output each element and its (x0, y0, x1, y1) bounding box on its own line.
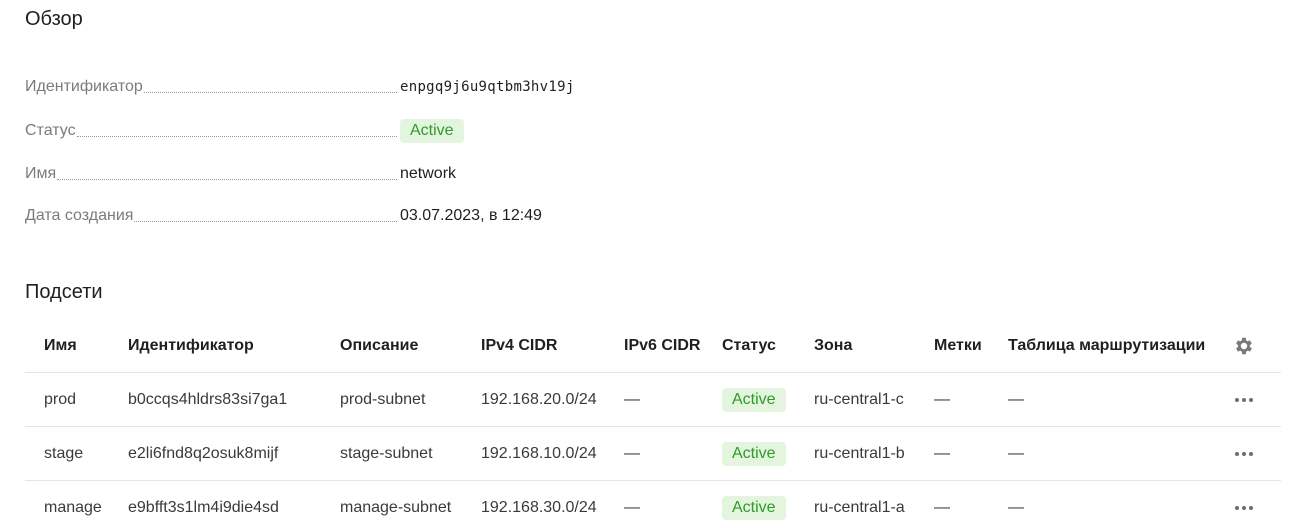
column-header-ipv6[interactable]: IPv6 CIDR (624, 320, 700, 372)
overview-name-value: network (400, 165, 457, 182)
subnet-ipv6: — (624, 390, 640, 408)
column-header-id[interactable]: Идентификатор (128, 320, 254, 372)
subnet-ipv6: — (624, 444, 640, 462)
subnet-name[interactable]: manage (44, 481, 102, 528)
network-overview-page: Обзор Идентификатор enpgq9j6u9qtbm3hv19j… (0, 0, 1305, 528)
overview-name-row: Имя network (25, 161, 725, 183)
subnet-zone: ru-central1-b (814, 444, 905, 462)
overview-status-row: Статус Active (25, 118, 725, 143)
column-header-zone[interactable]: Зона (814, 320, 852, 372)
row-actions-button[interactable] (1232, 481, 1256, 528)
overview-created-row: Дата создания 03.07.2023, в 12:49 (25, 203, 725, 225)
status-badge: Active (722, 387, 786, 412)
table-row[interactable]: stage e2li6fnd8q2osuk8mijf stage-subnet … (25, 427, 1281, 481)
table-header: Имя Идентификатор Описание IPv4 CIDR IPv… (25, 320, 1281, 373)
subnet-route-table: — (1008, 498, 1024, 516)
subnet-status: Active (722, 373, 786, 426)
overview-id-row: Идентификатор enpgq9j6u9qtbm3hv19j (25, 74, 725, 96)
more-horizontal-icon[interactable] (1235, 451, 1253, 456)
overview-id-label: Идентификатор (25, 78, 143, 95)
subnet-description: prod-subnet (340, 390, 426, 408)
subnet-labels: — (934, 498, 950, 516)
table-row[interactable]: prod b0ccqs4hldrs83si7ga1 prod-subnet 19… (25, 373, 1281, 427)
overview-created-value: 03.07.2023, в 12:49 (400, 207, 542, 224)
column-header-labels[interactable]: Метки (934, 320, 982, 372)
overview-name-label: Имя (25, 165, 57, 182)
subnet-ipv4: 192.168.30.0/24 (481, 498, 597, 516)
leader-dots (57, 179, 397, 180)
row-actions-button[interactable] (1232, 373, 1256, 426)
subnet-status: Active (722, 427, 786, 480)
leader-dots (143, 92, 397, 93)
subnet-id[interactable]: b0ccqs4hldrs83si7ga1 (128, 373, 287, 426)
subnet-name[interactable]: prod (44, 373, 76, 426)
subnet-zone: ru-central1-c (814, 390, 904, 408)
overview-title: Обзор (25, 8, 83, 30)
overview-id-value[interactable]: enpgq9j6u9qtbm3hv19j (400, 78, 575, 96)
subnet-id[interactable]: e2li6fnd8q2osuk8mijf (128, 427, 278, 480)
leader-dots (134, 221, 397, 222)
column-header-ipv4[interactable]: IPv4 CIDR (481, 320, 557, 372)
subnet-ipv6: — (624, 498, 640, 516)
overview-status-label: Статус (25, 122, 76, 139)
gear-icon[interactable] (1233, 335, 1255, 357)
subnet-route-table: — (1008, 444, 1024, 462)
column-header-name[interactable]: Имя (44, 320, 77, 372)
subnet-ipv4: 192.168.20.0/24 (481, 390, 597, 408)
column-header-status[interactable]: Статус (722, 320, 776, 372)
more-horizontal-icon[interactable] (1235, 505, 1253, 510)
more-horizontal-icon[interactable] (1235, 397, 1253, 402)
status-badge: Active (722, 495, 786, 520)
column-header-description[interactable]: Описание (340, 320, 418, 372)
subnets-title: Подсети (25, 281, 103, 303)
table-row[interactable]: manage e9bfft3s1lm4i9die4sd manage-subne… (25, 481, 1281, 528)
overview-created-label: Дата создания (25, 207, 134, 224)
leader-dots (76, 136, 397, 137)
subnet-route-table: — (1008, 390, 1024, 408)
subnets-table: Имя Идентификатор Описание IPv4 CIDR IPv… (25, 320, 1281, 528)
subnet-labels: — (934, 390, 950, 408)
table-settings-button[interactable] (1232, 320, 1256, 372)
subnet-status: Active (722, 481, 786, 528)
status-badge: Active (722, 441, 786, 466)
subnet-id[interactable]: e9bfft3s1lm4i9die4sd (128, 481, 279, 528)
subnet-zone: ru-central1-a (814, 498, 905, 516)
column-header-route-table[interactable]: Таблица маршрутизации (1008, 320, 1205, 372)
subnet-ipv4: 192.168.10.0/24 (481, 444, 597, 462)
status-badge: Active (400, 119, 464, 143)
subnet-name[interactable]: stage (44, 427, 83, 480)
subnet-description: manage-subnet (340, 498, 452, 516)
subnet-description: stage-subnet (340, 444, 433, 462)
subnet-labels: — (934, 444, 950, 462)
row-actions-button[interactable] (1232, 427, 1256, 480)
